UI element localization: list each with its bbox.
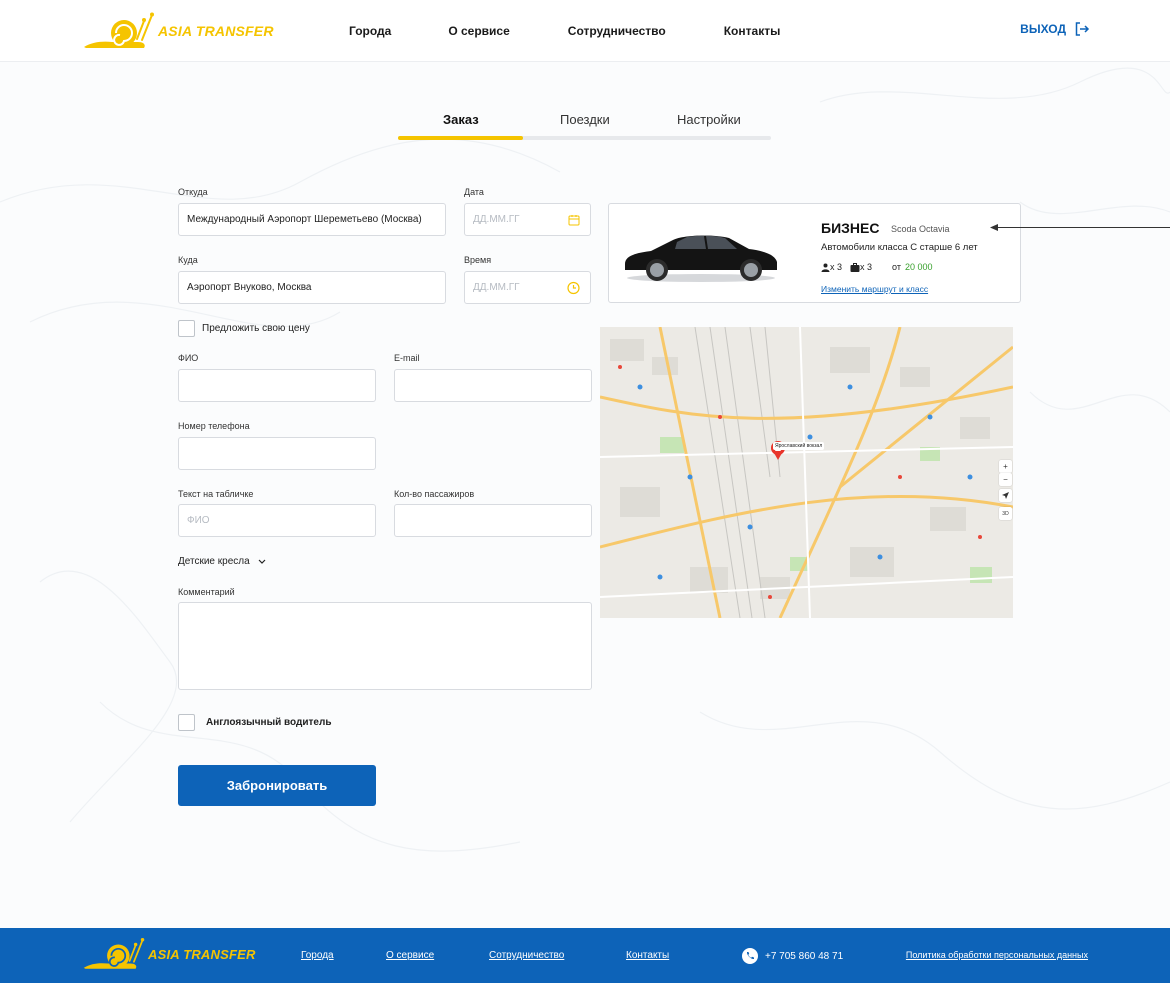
zoom-in-button[interactable]: +	[999, 460, 1012, 473]
nav-contacts[interactable]: Контакты	[724, 24, 781, 38]
date-field[interactable]: ДД.ММ.ГГ	[464, 203, 591, 236]
email-label: E-mail	[394, 353, 420, 363]
car-image	[625, 235, 777, 282]
english-driver-checkbox[interactable]	[178, 714, 195, 731]
nav-partnership[interactable]: Сотрудничество	[568, 24, 666, 38]
map-3d-button[interactable]: 3D	[999, 507, 1012, 520]
map-marker-label: Ярославский вокзал	[773, 442, 825, 450]
tab-settings[interactable]: Настройки	[677, 112, 741, 127]
logout-label: ВЫХОД	[1020, 22, 1066, 36]
arrow-left-icon	[990, 224, 998, 231]
main-nav: Города О сервисе Сотрудничество Контакты	[349, 24, 780, 38]
phone-field[interactable]	[178, 437, 376, 470]
logout-button[interactable]: ВЫХОД	[1020, 21, 1090, 37]
locate-button[interactable]	[999, 489, 1012, 502]
privacy-policy-link[interactable]: Политика обработки персональных данных	[906, 950, 1088, 960]
car-class: БИЗНЕС	[821, 220, 880, 236]
active-tab-indicator	[398, 136, 523, 140]
logout-icon	[1075, 22, 1090, 36]
time-field[interactable]: ДД.ММ.ГГ	[464, 271, 591, 304]
footer-nav-partnership[interactable]: Сотрудничество	[489, 950, 564, 961]
car-model: Scoda Octavia	[891, 224, 950, 234]
nav-about[interactable]: О сервисе	[448, 24, 509, 38]
offer-price-label: Предложить свою цену	[202, 323, 310, 334]
change-route-link[interactable]: Изменить маршрут и класс	[821, 284, 928, 294]
book-button[interactable]: Забронировать	[178, 765, 376, 806]
to-label: Куда	[178, 255, 198, 265]
nav-cities[interactable]: Города	[349, 24, 391, 38]
email-field[interactable]	[394, 369, 592, 402]
snail-logo-icon	[83, 938, 145, 969]
map-canvas	[600, 327, 1013, 618]
date-placeholder: ДД.ММ.ГГ	[473, 214, 520, 225]
date-label: Дата	[464, 187, 484, 197]
chevron-down-icon	[258, 559, 266, 564]
from-field[interactable]: Международный Аэропорт Шереметьево (Моск…	[178, 203, 446, 236]
passengers-field[interactable]	[394, 504, 592, 537]
from-label: Откуда	[178, 187, 208, 197]
passengers-label: Кол-во пассажиров	[394, 489, 475, 499]
phone-label: Номер телефона	[178, 421, 250, 431]
car-meta: x 3 x 3 от 20 000	[821, 262, 933, 272]
sign-label: Текст на табличке	[178, 489, 254, 499]
calendar-icon	[568, 214, 580, 225]
child-seats-dropdown[interactable]: Детские кресла	[178, 556, 266, 567]
footer-logo-text: ASIA TRANSFER	[148, 946, 256, 962]
english-driver-label: Англоязычный водитель	[206, 717, 332, 728]
location-arrow-icon	[1002, 492, 1009, 499]
footer-nav-cities[interactable]: Города	[301, 950, 334, 961]
comment-textarea[interactable]	[178, 602, 592, 690]
tabs: Заказ Поездки Настройки	[398, 106, 771, 140]
logo-text: ASIA TRANSFER	[158, 23, 274, 39]
snail-logo-icon	[84, 12, 154, 48]
luggage-icon	[850, 262, 860, 272]
name-label: ФИО	[178, 353, 199, 363]
person-icon	[821, 263, 830, 272]
phone-icon	[742, 948, 758, 964]
clock-icon	[567, 281, 580, 294]
footer: ASIA TRANSFER Города О сервисе Сотруднич…	[0, 928, 1170, 983]
car-price: 20 000	[904, 262, 933, 272]
car-passengers: x 3	[830, 262, 843, 272]
child-seats-label: Детские кресла	[178, 556, 250, 567]
car-description: Автомобили класса С старше 6 лет	[821, 242, 978, 253]
pointer-line	[992, 227, 1170, 228]
footer-nav-contacts[interactable]: Контакты	[626, 950, 669, 961]
tab-trips[interactable]: Поездки	[560, 112, 610, 127]
map[interactable]	[600, 327, 1013, 618]
footer-nav-about[interactable]: О сервисе	[386, 950, 434, 961]
name-field[interactable]	[178, 369, 376, 402]
header: ASIA TRANSFER Города О сервисе Сотруднич…	[0, 0, 1170, 62]
price-prefix: от	[892, 262, 901, 272]
footer-phone[interactable]: +7 705 860 48 71	[742, 948, 843, 964]
tab-order[interactable]: Заказ	[443, 112, 479, 127]
zoom-out-button[interactable]: −	[999, 473, 1012, 486]
comment-label: Комментарий	[178, 587, 235, 597]
logo[interactable]: ASIA TRANSFER	[82, 11, 274, 51]
time-label: Время	[464, 255, 492, 265]
offer-price-checkbox[interactable]	[178, 320, 195, 337]
footer-phone-number: +7 705 860 48 71	[765, 950, 844, 962]
sign-field[interactable]: ФИО	[178, 504, 376, 537]
time-placeholder: ДД.ММ.ГГ	[473, 282, 520, 293]
footer-logo[interactable]: ASIA TRANSFER	[82, 936, 256, 972]
car-luggage: x 3	[860, 262, 873, 272]
to-field[interactable]: Аэропорт Внуково, Москва	[178, 271, 446, 304]
car-card: БИЗНЕС Scoda Octavia Автомобили класса С…	[608, 203, 1021, 303]
